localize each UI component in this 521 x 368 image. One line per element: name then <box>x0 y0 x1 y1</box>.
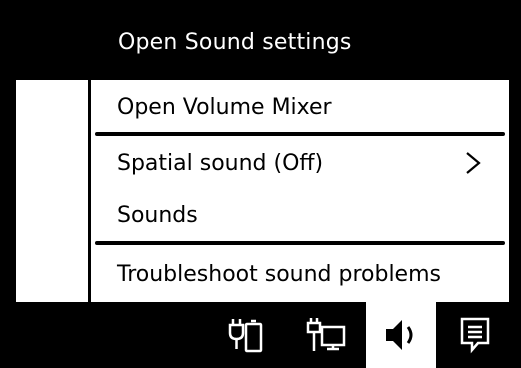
chevron-right-icon <box>466 152 481 174</box>
open-sound-settings-item[interactable]: Open Sound settings <box>118 30 352 55</box>
power-battery-icon[interactable] <box>220 302 272 368</box>
network-icon[interactable] <box>296 302 356 368</box>
menu-item-troubleshoot[interactable]: Troubleshoot sound problems <box>91 246 509 302</box>
desktop-edge-right <box>509 0 521 302</box>
menu-item-label: Troubleshoot sound problems <box>117 261 441 287</box>
menu-item-open-volume-mixer[interactable]: Open Volume Mixer <box>91 80 509 134</box>
menu-item-label: Sounds <box>117 202 198 228</box>
speaker-icon[interactable] <box>366 302 436 368</box>
screen: Open Sound settings Open Volume Mixer Sp… <box>0 0 521 368</box>
menu-separator <box>95 241 505 245</box>
menu-item-sounds[interactable]: Sounds <box>91 190 509 240</box>
action-center-icon[interactable] <box>450 302 500 368</box>
menu-gutter <box>16 80 91 302</box>
menu-item-label: Spatial sound (Off) <box>117 150 324 176</box>
menu-item-spatial-sound[interactable]: Spatial sound (Off) <box>91 136 509 190</box>
menu-header: Open Sound settings <box>0 0 521 80</box>
taskbar <box>0 302 521 368</box>
context-menu: Open Volume Mixer Spatial sound (Off) So… <box>91 80 509 302</box>
menu-item-label: Open Volume Mixer <box>117 94 332 120</box>
